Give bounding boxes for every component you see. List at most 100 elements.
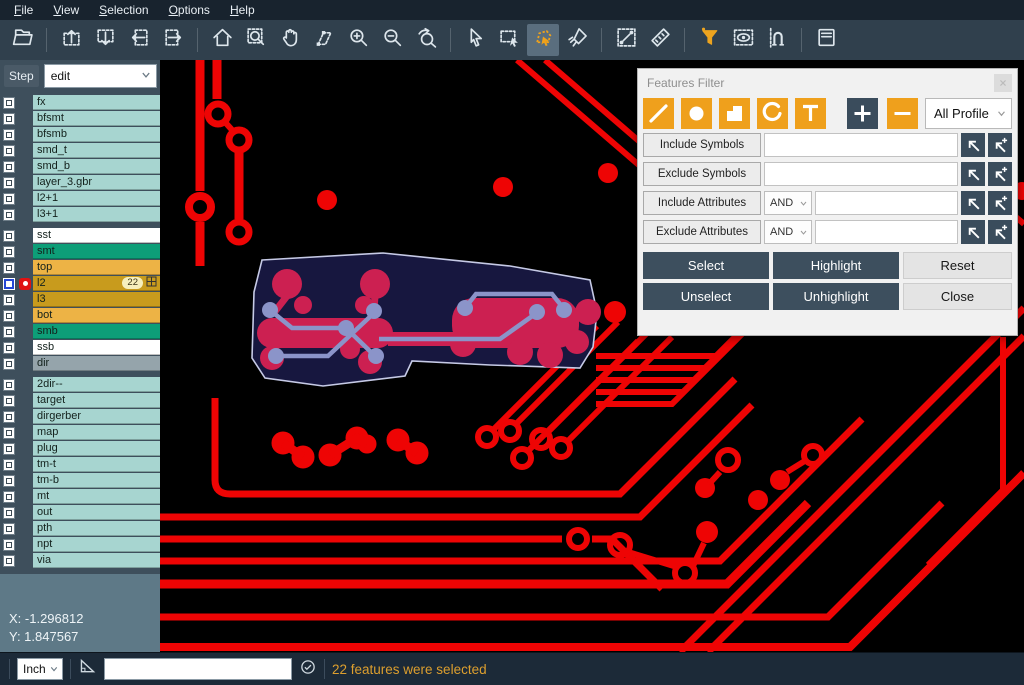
layer-name-fx[interactable]: fx — [33, 95, 160, 110]
zoom-home-button[interactable] — [206, 24, 238, 56]
menu-options[interactable]: Options — [159, 1, 220, 19]
layer-name-tm-t[interactable]: tm-t — [33, 457, 160, 472]
snap-button[interactable] — [761, 24, 793, 56]
polygon-select-button[interactable] — [527, 24, 559, 56]
layer-name-smd_b[interactable]: smd_b — [33, 159, 160, 174]
dialog-titlebar[interactable]: Features Filter — [638, 69, 1017, 97]
select-button[interactable]: Select — [643, 252, 769, 279]
menu-selection[interactable]: Selection — [89, 1, 158, 19]
negative-polarity-button[interactable] — [887, 98, 918, 129]
layer-checkbox-dir[interactable] — [0, 358, 17, 370]
layer-name-sst[interactable]: sst — [33, 228, 160, 243]
layer-name-mt[interactable]: mt — [33, 489, 160, 504]
layer-checkbox-smb[interactable] — [0, 326, 17, 338]
pad-filter-button[interactable] — [681, 98, 712, 129]
include-attributes-button[interactable]: Include Attributes — [643, 191, 761, 215]
layer-checkbox-out[interactable] — [0, 507, 17, 519]
highlight-button[interactable]: Highlight — [773, 252, 899, 279]
exclude-symbols-pick-add-button[interactable] — [988, 162, 1012, 186]
layer-name-dirgerber[interactable]: dirgerber — [33, 409, 160, 424]
layer-name-ssb[interactable]: ssb — [33, 340, 160, 355]
layer-name-smb[interactable]: smb — [33, 324, 160, 339]
layer-checkbox-l2+1[interactable] — [0, 193, 17, 205]
measure-button[interactable] — [610, 24, 642, 56]
layer-name-top[interactable]: top — [33, 260, 160, 275]
unit-select[interactable]: Inch — [17, 658, 63, 680]
layer-checkbox-smd_b[interactable] — [0, 161, 17, 173]
layer-checkbox-tm-b[interactable] — [0, 475, 17, 487]
menu-file[interactable]: File — [4, 1, 43, 19]
corner-angle-icon[interactable] — [78, 657, 97, 681]
layer-name-l2[interactable]: l222 — [33, 276, 160, 291]
move-down-button[interactable] — [89, 24, 121, 56]
layer-name-l3[interactable]: l3 — [33, 292, 160, 307]
layer-checkbox-2dir--[interactable] — [0, 379, 17, 391]
include-attributes-pick-button[interactable] — [961, 191, 985, 215]
exclude-attributes-logic-select[interactable]: AND — [764, 220, 812, 244]
layer-checkbox-bfsmt[interactable] — [0, 113, 17, 125]
reset-button[interactable]: Reset — [903, 252, 1012, 279]
layer-checkbox-tm-t[interactable] — [0, 459, 17, 471]
layer-name-2dir--[interactable]: 2dir-- — [33, 377, 160, 392]
layer-checkbox-plug[interactable] — [0, 443, 17, 455]
layer-checkbox-dirgerber[interactable] — [0, 411, 17, 423]
unselect-button[interactable]: Unselect — [643, 283, 769, 310]
exclude-symbols-pick-button[interactable] — [961, 162, 985, 186]
layer-name-smt[interactable]: smt — [33, 244, 160, 259]
dialog-close-button[interactable] — [994, 74, 1012, 92]
exclude-symbols-button[interactable]: Exclude Symbols — [643, 162, 761, 186]
include-symbols-button[interactable]: Include Symbols — [643, 133, 761, 157]
layer-checkbox-l3[interactable] — [0, 294, 17, 306]
layer-checkbox-bot[interactable] — [0, 310, 17, 322]
include-attributes-input[interactable] — [815, 191, 958, 215]
layer-name-plug[interactable]: plug — [33, 441, 160, 456]
layer-checkbox-npt[interactable] — [0, 539, 17, 551]
layer-name-map[interactable]: map — [33, 425, 160, 440]
include-symbols-pick-add-button[interactable] — [988, 133, 1012, 157]
include-attributes-logic-select[interactable]: AND — [764, 191, 812, 215]
layer-name-dir[interactable]: dir — [33, 356, 160, 371]
layer-checkbox-ssb[interactable] — [0, 342, 17, 354]
layer-name-via[interactable]: via — [33, 553, 160, 568]
features-filter-button[interactable] — [693, 24, 725, 56]
layer-checkbox-l2[interactable] — [0, 278, 17, 290]
layer-name-tm-b[interactable]: tm-b — [33, 473, 160, 488]
exclude-attributes-pick-button[interactable] — [961, 220, 985, 244]
layer-checkbox-via[interactable] — [0, 555, 17, 567]
report-button[interactable] — [810, 24, 842, 56]
include-attributes-pick-add-button[interactable] — [988, 191, 1012, 215]
exclude-attributes-input[interactable] — [815, 220, 958, 244]
clear-selection-button[interactable] — [561, 24, 593, 56]
layer-checkbox-sst[interactable] — [0, 230, 17, 242]
select-cursor-button[interactable] — [459, 24, 491, 56]
layer-name-layer_3.gbr[interactable]: layer_3.gbr — [33, 175, 160, 190]
layer-name-pth[interactable]: pth — [33, 521, 160, 536]
positive-polarity-button[interactable] — [847, 98, 878, 129]
zoom-out-button[interactable] — [376, 24, 408, 56]
surface-filter-button[interactable] — [719, 98, 750, 129]
menu-view[interactable]: View — [43, 1, 89, 19]
pan-hand-button[interactable] — [274, 24, 306, 56]
exclude-attributes-button[interactable]: Exclude Attributes — [643, 220, 761, 244]
exclude-attributes-pick-add-button[interactable] — [988, 220, 1012, 244]
zoom-area-button[interactable] — [240, 24, 272, 56]
open-file-button[interactable] — [6, 24, 38, 56]
refresh-icon[interactable] — [299, 658, 317, 681]
zoom-drag-button[interactable] — [308, 24, 340, 56]
layer-name-bfsmt[interactable]: bfsmt — [33, 111, 160, 126]
move-up-button[interactable] — [55, 24, 87, 56]
layer-checkbox-bfsmb[interactable] — [0, 129, 17, 141]
arc-filter-button[interactable] — [757, 98, 788, 129]
exclude-symbols-input[interactable] — [764, 162, 958, 186]
command-input[interactable] — [104, 658, 292, 680]
include-symbols-pick-button[interactable] — [961, 133, 985, 157]
layer-checkbox-fx[interactable] — [0, 97, 17, 109]
zoom-in-button[interactable] — [342, 24, 374, 56]
line-filter-button[interactable] — [643, 98, 674, 129]
ruler-button[interactable] — [644, 24, 676, 56]
layer-name-bot[interactable]: bot — [33, 308, 160, 323]
layer-name-bfsmb[interactable]: bfsmb — [33, 127, 160, 142]
layer-checkbox-smd_t[interactable] — [0, 145, 17, 157]
layer-name-out[interactable]: out — [33, 505, 160, 520]
layer-checkbox-mt[interactable] — [0, 491, 17, 503]
